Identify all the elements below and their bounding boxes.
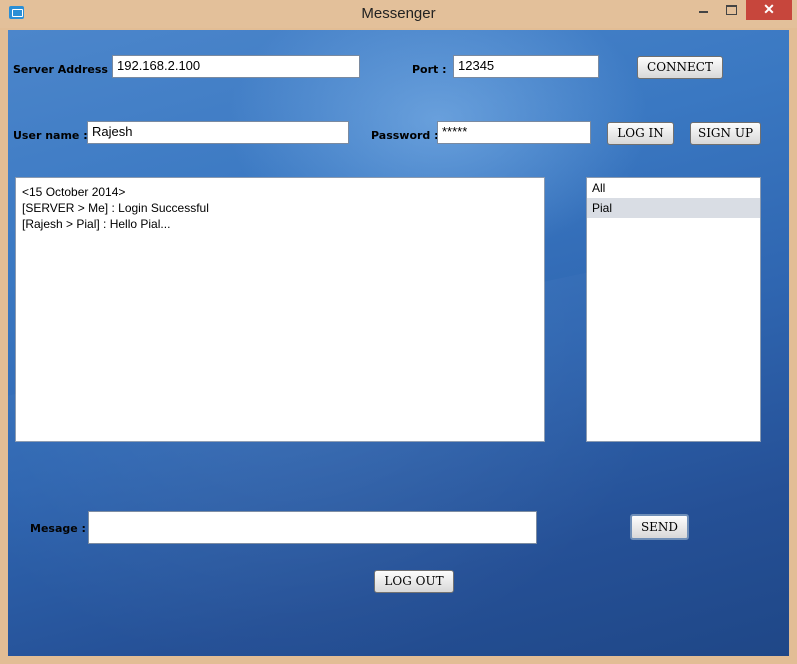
close-button[interactable]: ✕	[746, 0, 792, 20]
maximize-button[interactable]	[718, 0, 744, 20]
logout-button[interactable]: LOG OUT	[374, 570, 454, 593]
server-address-label: Server Address :	[13, 63, 117, 76]
user-list-item-all[interactable]: All	[587, 178, 760, 198]
username-label: User name :	[13, 129, 88, 142]
message-label: Mesage :	[30, 522, 86, 535]
user-list[interactable]: All Pial	[586, 177, 761, 442]
send-button[interactable]: SEND	[630, 514, 689, 540]
user-list-item-pial[interactable]: Pial	[587, 198, 760, 218]
chat-line: <15 October 2014>	[22, 185, 126, 199]
minimize-icon	[698, 11, 708, 13]
password-input[interactable]: *****	[437, 121, 591, 144]
chat-line: [SERVER > Me] : Login Successful	[22, 201, 209, 215]
close-icon: ✕	[763, 1, 775, 17]
signup-button[interactable]: SIGN UP	[690, 122, 761, 145]
password-label: Password :	[371, 129, 439, 142]
login-button[interactable]: LOG IN	[607, 122, 674, 145]
message-input[interactable]	[88, 511, 537, 544]
port-input[interactable]: 12345	[453, 55, 599, 78]
username-input[interactable]: Rajesh	[87, 121, 349, 144]
title-bar[interactable]: Messenger ✕	[0, 0, 797, 28]
connect-button[interactable]: CONNECT	[637, 56, 723, 79]
server-address-input[interactable]: 192.168.2.100	[112, 55, 360, 78]
chat-line: [Rajesh > Pial] : Hello Pial...	[22, 217, 171, 231]
minimize-button[interactable]	[690, 0, 716, 20]
window-title: Messenger	[361, 5, 436, 22]
chat-log[interactable]: <15 October 2014> [SERVER > Me] : Login …	[15, 177, 545, 442]
maximize-icon	[725, 5, 737, 15]
port-label: Port :	[412, 63, 447, 76]
app-window: Messenger ✕ Server Address : 192.168.2.1…	[0, 0, 797, 664]
client-area: Server Address : 192.168.2.100 Port : 12…	[8, 30, 789, 656]
